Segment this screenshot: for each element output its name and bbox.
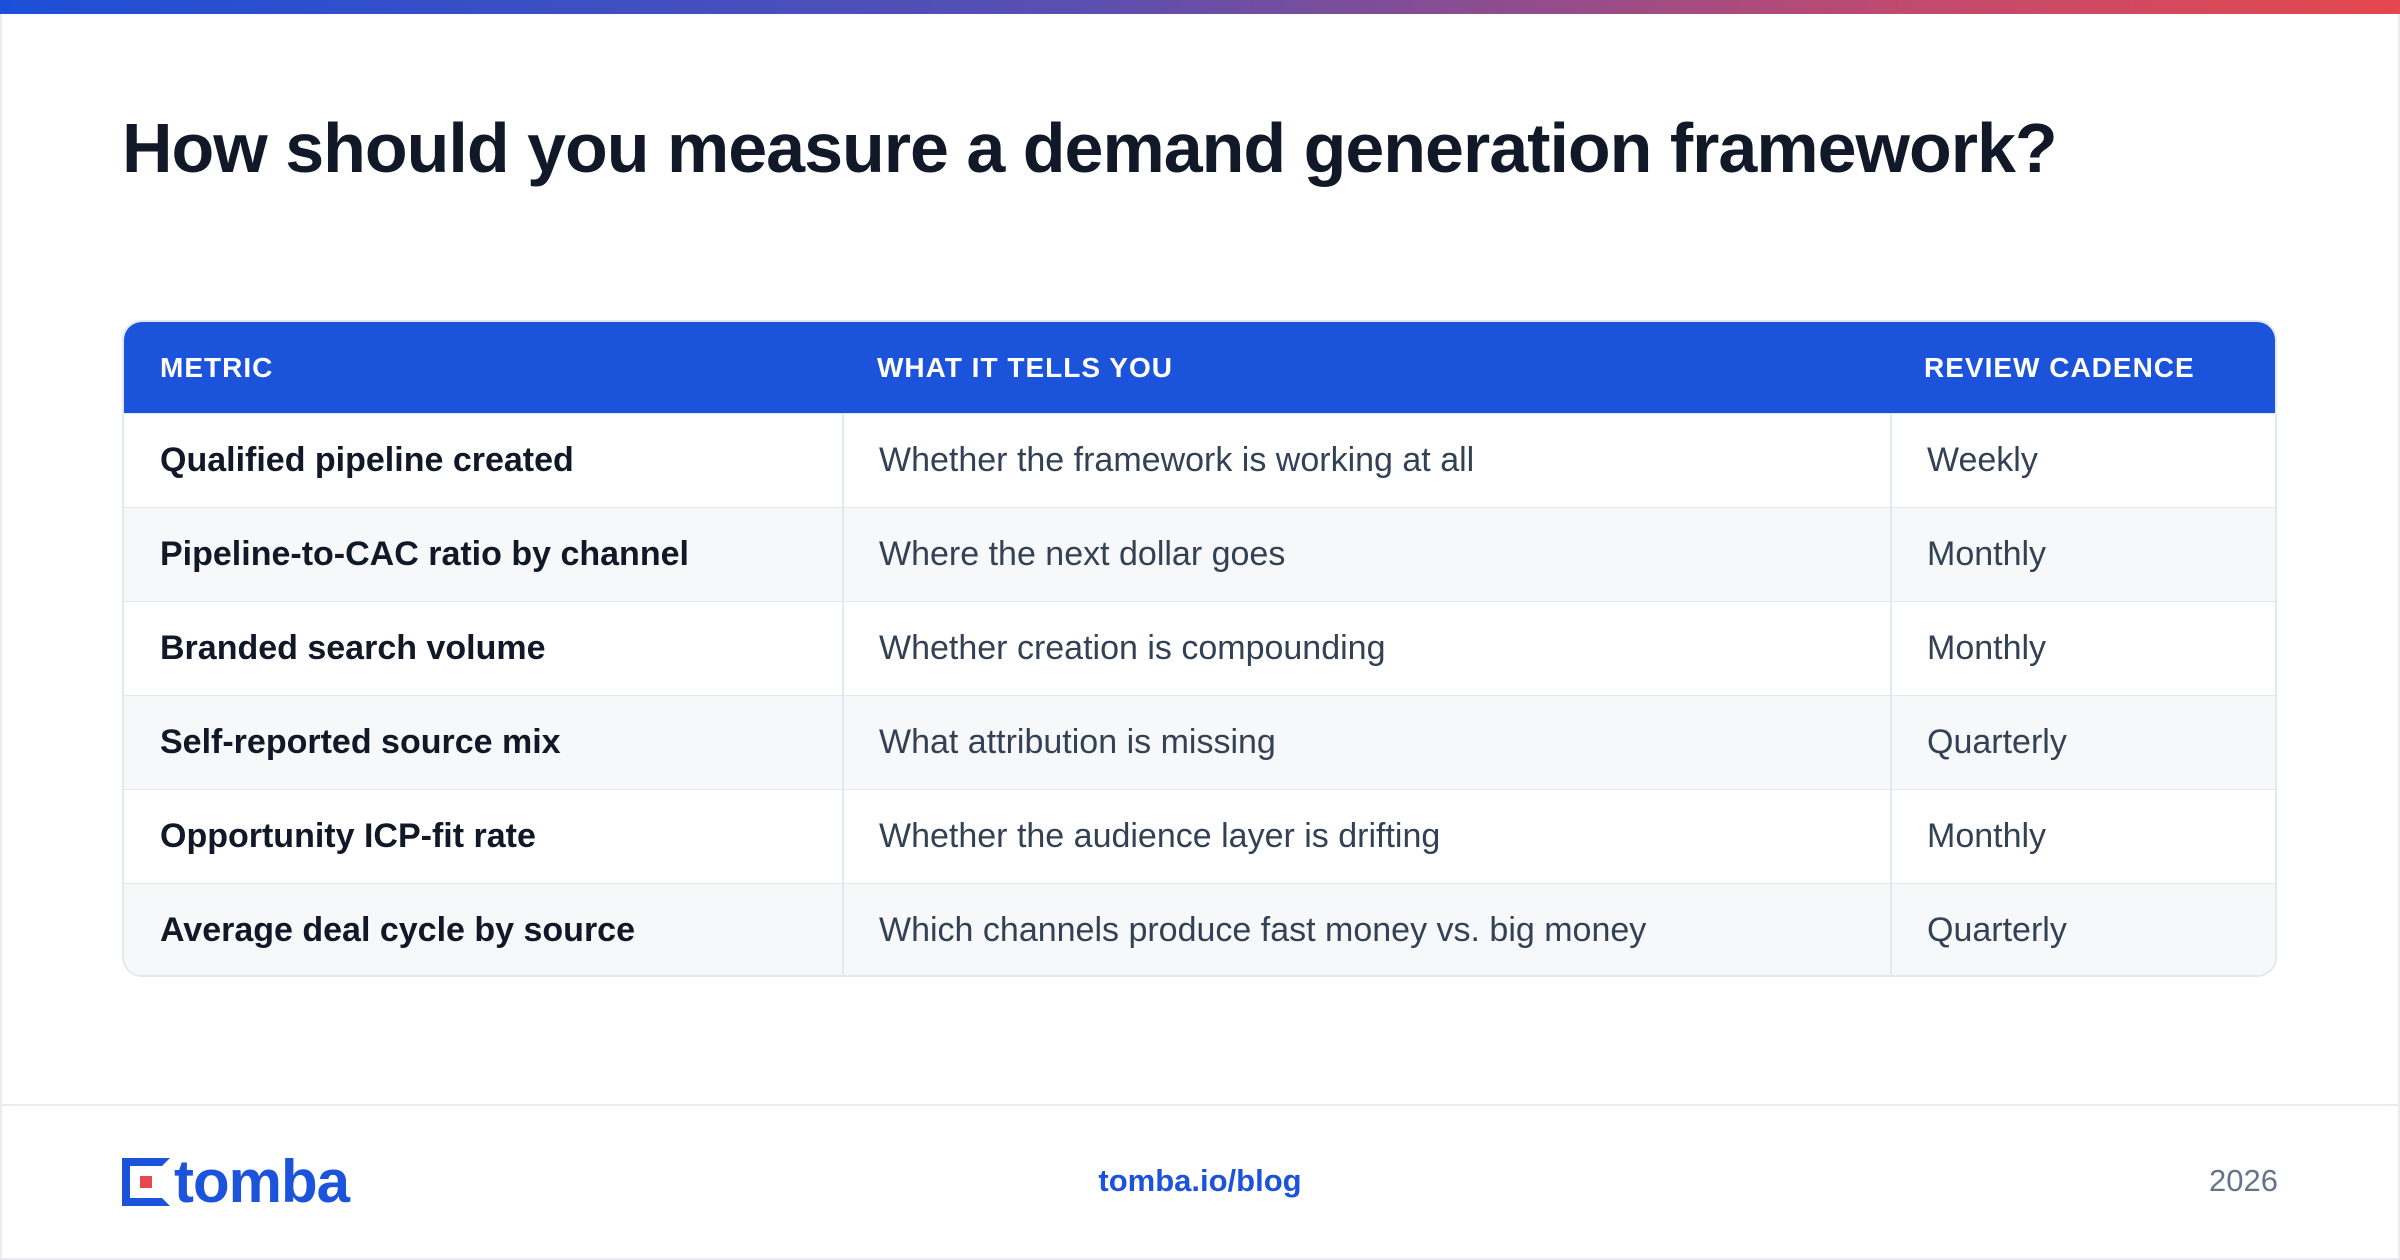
cell-metric: Self-reported source mix: [160, 723, 561, 761]
column-divider: [1890, 413, 1892, 975]
cell-metric: Branded search volume: [160, 629, 546, 667]
cell-metric: Average deal cycle by source: [160, 911, 636, 949]
cell-cadence: Monthly: [1927, 817, 2047, 855]
cell-what: Which channels produce fast money vs. bi…: [879, 911, 1647, 949]
footer-year: 2026: [2209, 1163, 2278, 1198]
cell-what: What attribution is missing: [879, 723, 1276, 761]
table-row: Pipeline-to-CAC ratio by channel Where t…: [124, 507, 2275, 601]
cell-cadence: Weekly: [1927, 441, 2038, 479]
header-review-cadence: REVIEW CADENCE: [1924, 352, 2195, 383]
cell-metric: Opportunity ICP-fit rate: [160, 817, 536, 855]
table-row: Self-reported source mix What attributio…: [124, 695, 2275, 789]
column-divider: [842, 413, 844, 975]
table-row: Branded search volume Whether creation i…: [124, 601, 2275, 695]
table-row: Average deal cycle by source Which chann…: [124, 883, 2275, 975]
metrics-table: METRIC WHAT IT TELLS YOU REVIEW CADENCE …: [122, 320, 2277, 977]
table-header: METRIC WHAT IT TELLS YOU REVIEW CADENCE: [124, 322, 2275, 413]
cell-metric: Pipeline-to-CAC ratio by channel: [160, 535, 689, 573]
cell-cadence: Monthly: [1927, 629, 2047, 667]
cell-metric: Qualified pipeline created: [160, 441, 574, 479]
cell-cadence: Monthly: [1927, 535, 2047, 573]
cell-cadence: Quarterly: [1927, 911, 2067, 949]
cell-cadence: Quarterly: [1927, 723, 2067, 761]
header-what-it-tells-you: WHAT IT TELLS YOU: [877, 352, 1173, 383]
header-metric: METRIC: [160, 352, 274, 383]
cell-what: Whether the audience layer is drifting: [879, 817, 1441, 855]
top-gradient-bar: [0, 0, 2400, 14]
cell-what: Whether creation is compounding: [879, 629, 1386, 667]
page-title: How should you measure a demand generati…: [122, 109, 2058, 187]
footer-divider: [0, 1104, 2400, 1106]
table-row: Opportunity ICP-fit rate Whether the aud…: [124, 789, 2275, 883]
cell-what: Where the next dollar goes: [879, 535, 1286, 573]
table-row: Qualified pipeline created Whether the f…: [124, 413, 2275, 507]
cell-what: Whether the framework is working at all: [879, 441, 1475, 479]
blog-link[interactable]: tomba.io/blog: [0, 1163, 2400, 1199]
